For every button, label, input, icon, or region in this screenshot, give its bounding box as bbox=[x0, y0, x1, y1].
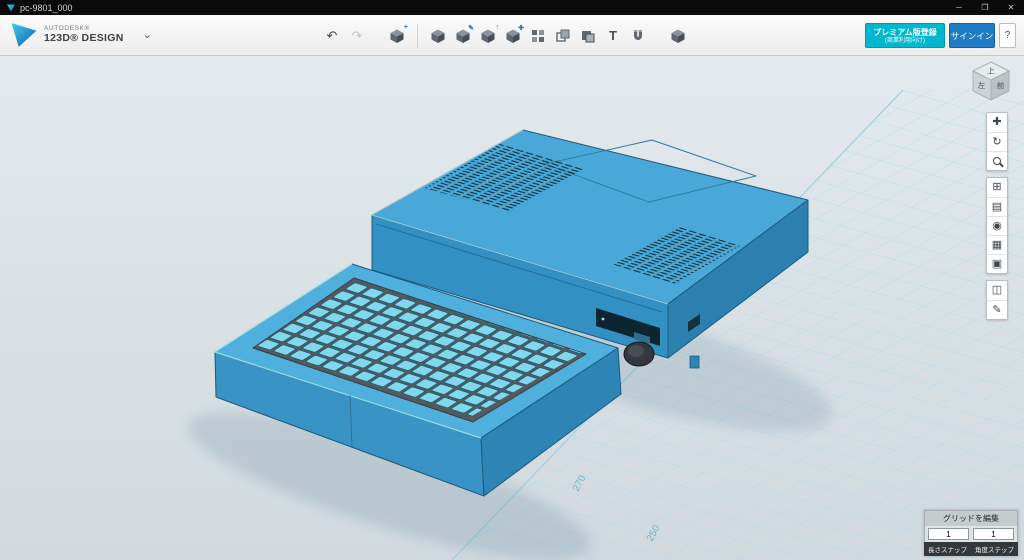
construct-cube-icon bbox=[480, 28, 496, 44]
screenshot-button[interactable]: ▣ bbox=[987, 254, 1007, 273]
app-logo-icon bbox=[7, 4, 15, 12]
material-edit-icon: ✎ bbox=[992, 305, 1001, 316]
nav-group-view: ⊞ ▤ ◉ ▦ ▣ bbox=[986, 177, 1008, 274]
orbit-button[interactable]: ↻ bbox=[987, 132, 1007, 151]
zoom-button[interactable] bbox=[987, 151, 1007, 170]
zoom-icon bbox=[993, 157, 1001, 165]
grouping-tool-button[interactable] bbox=[551, 23, 575, 49]
undo-button[interactable]: ↶ bbox=[320, 23, 344, 49]
viewport[interactable]: 270 250 bbox=[0, 56, 1024, 560]
case-foot bbox=[690, 356, 699, 368]
window-title: pc-9801_000 bbox=[20, 3, 73, 13]
grid-snap-icon: ▦ bbox=[992, 240, 1002, 251]
fit-view-button[interactable]: ⊞ bbox=[987, 178, 1007, 197]
sign-in-button[interactable]: サインイン bbox=[949, 23, 995, 48]
fit-view-icon: ⊞ bbox=[992, 182, 1001, 193]
main-toolbar: ↶ ↷ + ✎ ↑ ✚ bbox=[320, 15, 690, 56]
angle-step-input[interactable] bbox=[973, 528, 1014, 540]
display-settings-icon: ◫ bbox=[992, 285, 1002, 296]
volume-knob-top bbox=[628, 345, 644, 357]
close-button[interactable]: ✕ bbox=[998, 0, 1024, 15]
combine-tool-button[interactable] bbox=[576, 23, 600, 49]
view-style-button[interactable]: ▤ bbox=[987, 197, 1007, 216]
pattern-icon bbox=[530, 28, 546, 44]
viewcube-left-label: 左 bbox=[978, 80, 986, 90]
toolbar-divider bbox=[417, 24, 418, 48]
undo-icon: ↶ bbox=[327, 28, 338, 44]
material-cube-icon bbox=[670, 28, 686, 44]
brand-product: 123D® DESIGN bbox=[44, 32, 124, 44]
redo-button[interactable]: ↷ bbox=[345, 23, 369, 49]
primitives-cube-icon bbox=[430, 28, 446, 44]
combine-icon bbox=[580, 28, 596, 44]
viewcube-front-label: 前 bbox=[997, 80, 1005, 90]
nav-group-display: ◫ ✎ bbox=[986, 280, 1008, 320]
primitives-tool-button[interactable] bbox=[426, 23, 450, 49]
pan-icon: ✚ bbox=[992, 117, 1001, 128]
text-tool-button[interactable]: T bbox=[601, 23, 625, 49]
close-icon: ✕ bbox=[1008, 3, 1015, 12]
navigation-toolbar: ✚ ↻ ⊞ ▤ ◉ ▦ ▣ ◫ ✎ bbox=[986, 112, 1008, 320]
123d-logo-icon bbox=[10, 21, 37, 48]
material-edit-button[interactable]: ✎ bbox=[987, 300, 1007, 319]
visibility-icon: ◉ bbox=[992, 221, 1002, 232]
help-button[interactable]: ? bbox=[999, 23, 1016, 48]
maximize-icon: ❐ bbox=[981, 3, 988, 12]
view-style-icon: ▤ bbox=[992, 202, 1002, 213]
pattern-tool-button[interactable] bbox=[526, 23, 550, 49]
snap-tool-button[interactable] bbox=[626, 23, 650, 49]
grid-snap-button[interactable]: ▦ bbox=[987, 235, 1007, 254]
minimize-icon: ─ bbox=[956, 3, 962, 12]
view-cube[interactable]: 上 左 前 bbox=[968, 59, 1014, 103]
display-settings-button[interactable]: ◫ bbox=[987, 281, 1007, 300]
viewport-canvas[interactable]: 270 250 bbox=[0, 56, 1024, 560]
text-tool-icon: T bbox=[609, 28, 617, 43]
redo-icon: ↷ bbox=[352, 28, 363, 44]
pan-button[interactable]: ✚ bbox=[987, 113, 1007, 132]
snap-magnet-icon bbox=[630, 28, 646, 44]
brand-area: AUTODESK® 123D® DESIGN ⌄ bbox=[10, 21, 152, 48]
account-area: プレミアム版登録 (商業利用向け) サインイン ? bbox=[865, 23, 1016, 48]
length-snap-label: 長さスナップ bbox=[924, 542, 971, 556]
screenshot-icon: ▣ bbox=[992, 259, 1002, 270]
sketch-tool-button[interactable]: ✎ bbox=[451, 23, 475, 49]
modify-tool-button[interactable]: ✚ bbox=[501, 23, 525, 49]
grid-panel-title: グリッドを編集 bbox=[924, 510, 1018, 526]
main-menubar: AUTODESK® 123D® DESIGN ⌄ ↶ ↷ + ✎ ↑ ✚ bbox=[0, 15, 1024, 56]
power-led bbox=[602, 318, 605, 321]
premium-register-button[interactable]: プレミアム版登録 (商業利用向け) bbox=[865, 23, 945, 48]
viewcube-top-label: 上 bbox=[987, 67, 995, 76]
transform-tool-button[interactable]: + bbox=[385, 23, 409, 49]
maximize-button[interactable]: ❐ bbox=[972, 0, 998, 15]
grouping-icon bbox=[555, 28, 571, 44]
app-menu-chevron-icon[interactable]: ⌄ bbox=[143, 28, 152, 41]
angle-step-label: 角度ステップ bbox=[971, 542, 1018, 556]
window-titlebar: pc-9801_000 ─ ❐ ✕ bbox=[0, 0, 1024, 15]
visibility-button[interactable]: ◉ bbox=[987, 216, 1007, 235]
nav-group-camera: ✚ ↻ bbox=[986, 112, 1008, 171]
transform-cube-icon bbox=[389, 28, 405, 44]
construct-tool-button[interactable]: ↑ bbox=[476, 23, 500, 49]
orbit-icon: ↻ bbox=[992, 137, 1001, 148]
minimize-button[interactable]: ─ bbox=[946, 0, 972, 15]
grid-edit-panel: グリッドを編集 長さスナップ 角度ステップ bbox=[924, 510, 1018, 556]
length-snap-input[interactable] bbox=[928, 528, 969, 540]
material-tool-button[interactable] bbox=[666, 23, 690, 49]
brand-company: AUTODESK® bbox=[44, 25, 124, 32]
